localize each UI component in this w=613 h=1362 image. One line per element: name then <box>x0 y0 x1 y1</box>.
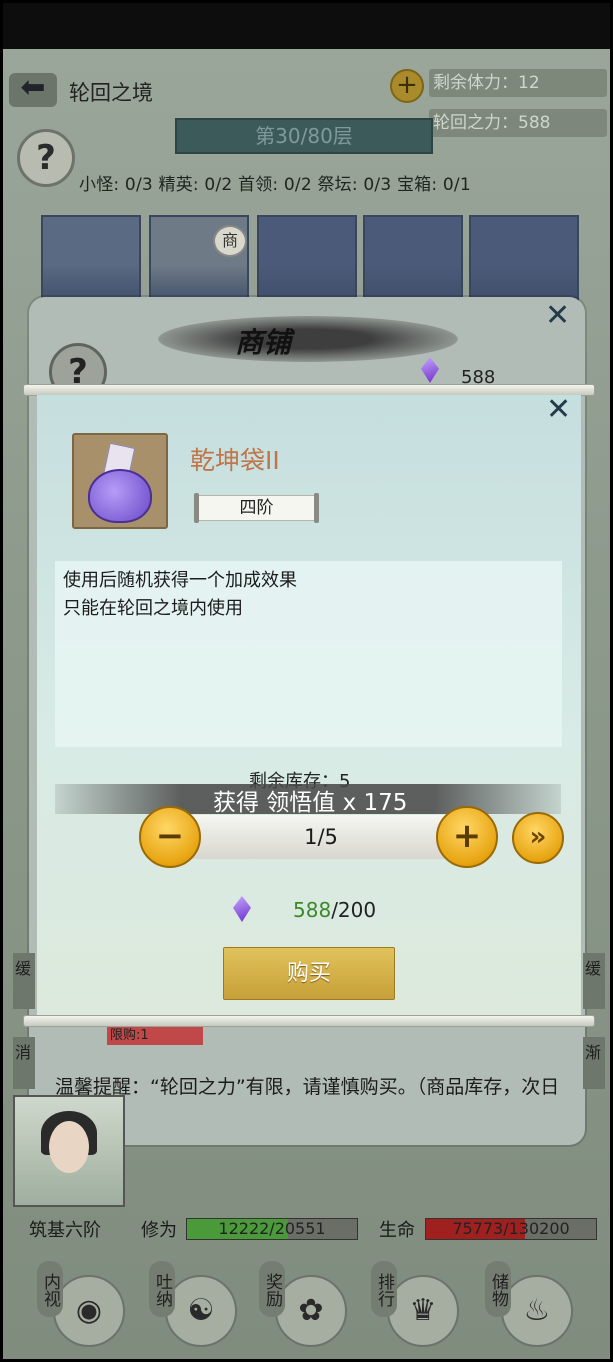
nav-label: 储物 <box>485 1261 511 1317</box>
close-icon: ✕ <box>545 298 571 333</box>
card-hidden-2[interactable] <box>363 215 463 307</box>
minus-icon: − <box>155 816 185 856</box>
behind-right-text-2: 渐 <box>583 1037 605 1089</box>
stamina-counter: 剩余体力：12 <box>429 69 607 97</box>
double-chevron-right-icon: » <box>529 822 547 852</box>
cultivation-bar: 12222/20551 <box>186 1218 358 1240</box>
question-icon: ? <box>36 138 56 178</box>
ranking-icon: ♛ <box>387 1275 459 1347</box>
nav-label: 排行 <box>371 1261 397 1317</box>
life-value: 75773/130200 <box>452 1219 570 1238</box>
meditate-icon: ☯ <box>165 1275 237 1347</box>
avatar[interactable] <box>13 1095 125 1207</box>
shop-title-ink-brush <box>158 316 458 362</box>
help-button[interactable]: ? <box>17 129 75 187</box>
nav-rewards[interactable]: ✿ 奖励 <box>257 1253 357 1351</box>
nav-ranking[interactable]: ♛ 排行 <box>369 1253 469 1351</box>
increase-quantity-button[interactable]: + <box>436 806 498 868</box>
scroll-rod-bottom <box>23 1015 595 1027</box>
add-stamina-button[interactable]: + <box>390 69 424 103</box>
owned-currency: 588 <box>293 898 332 922</box>
item-name: 乾坤袋II <box>190 446 280 475</box>
limit-badge: 限购:1 <box>107 1027 203 1045</box>
floor-banner: 第30/80层 <box>175 118 433 154</box>
cultivation-value: 12222/20551 <box>218 1219 326 1238</box>
plus-icon: + <box>396 70 418 100</box>
status-bar <box>3 3 610 49</box>
reincarnation-power-counter: 轮回之力：588 <box>429 109 607 137</box>
shop-tag: 商 <box>213 225 247 257</box>
decrease-quantity-button[interactable]: − <box>139 806 201 868</box>
card-hidden-1[interactable] <box>257 215 357 307</box>
shop-title: 商铺 <box>235 326 292 359</box>
page-title: 轮回之境 <box>69 81 153 105</box>
item-icon-frame <box>72 433 168 529</box>
back-arrow-icon: ⬅ <box>20 70 46 105</box>
floor-stats: 小怪: 0/3 精英: 0/2 首领: 0/2 祭坛: 0/3 宝箱: 0/1 <box>79 175 471 195</box>
description-line: 使用后随机获得一个加成效果 <box>63 570 297 591</box>
behind-left-text: 缓 <box>13 953 35 1009</box>
pouch-icon <box>88 469 152 523</box>
nav-inner-sight[interactable]: ◉ 内视 <box>35 1253 135 1351</box>
price-line: 588/200 <box>293 898 376 922</box>
cultivation-label: 修为 <box>141 1220 177 1241</box>
nav-storage[interactable]: ♨ 储物 <box>483 1253 583 1351</box>
nav-label: 奖励 <box>259 1261 285 1317</box>
card-crane[interactable] <box>41 215 141 307</box>
buy-button[interactable]: 购买 <box>223 947 395 1000</box>
quantity-display: 1/5 <box>173 815 469 859</box>
eye-icon: ◉ <box>53 1275 125 1347</box>
game-screen: ⬅ 轮回之境 + 剩余体力：12 轮回之力：588 ? 第30/80层 小怪: … <box>3 3 610 1359</box>
plus-icon: + <box>452 816 482 856</box>
storage-bag-icon: ♨ <box>501 1275 573 1347</box>
max-quantity-button[interactable]: » <box>512 812 564 864</box>
description-line: 只能在轮回之境内使用 <box>63 598 243 619</box>
item-rank: 四阶 <box>194 493 319 523</box>
gain-text: 获得 领悟值 x 175 <box>213 790 408 816</box>
behind-right-text: 缓 <box>583 953 605 1009</box>
shop-close-button[interactable]: ✕ <box>545 301 570 331</box>
card-hidden-3[interactable] <box>469 215 579 307</box>
close-icon: ✕ <box>546 392 572 427</box>
price-total: /200 <box>331 898 377 922</box>
behind-left-text-2: 消 <box>13 1037 35 1089</box>
shop-tip: 温馨提醒：“轮回之力”有限，请谨慎购买。（商品库存，次日补货。） <box>55 1076 560 1124</box>
nav-label: 内视 <box>37 1261 63 1317</box>
nav-label: 吐纳 <box>149 1261 175 1317</box>
life-label: 生命 <box>379 1220 415 1241</box>
nav-breathing[interactable]: ☯ 吐纳 <box>147 1253 247 1351</box>
popup-close-button[interactable]: ✕ <box>546 395 571 425</box>
item-description: 使用后随机获得一个加成效果 只能在轮回之境内使用 <box>55 561 562 747</box>
gift-icon: ✿ <box>275 1275 347 1347</box>
life-bar: 75773/130200 <box>425 1218 597 1240</box>
back-button[interactable]: ⬅ <box>9 73 57 107</box>
player-realm: 筑基六阶 <box>29 1220 101 1241</box>
